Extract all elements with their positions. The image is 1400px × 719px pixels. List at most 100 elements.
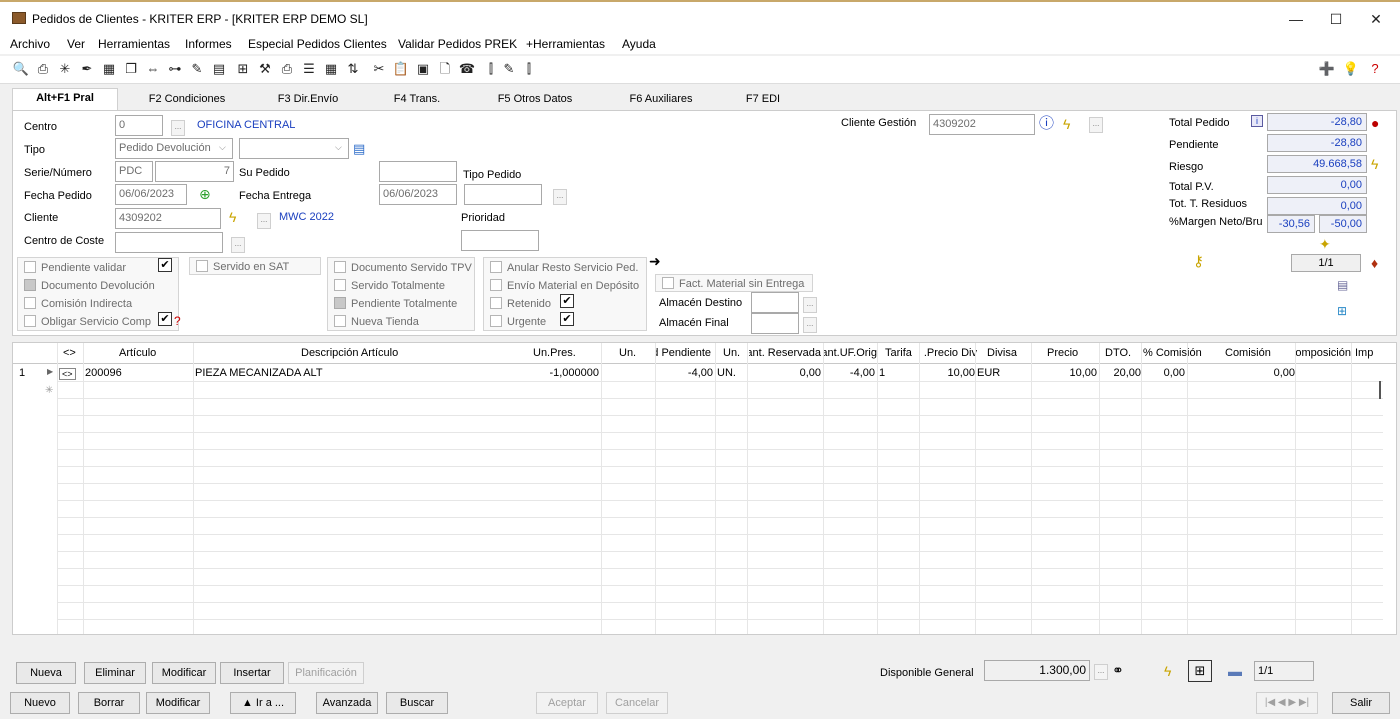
menu-ver[interactable]: Ver (67, 37, 85, 51)
compare-icon[interactable]: ⇔ (144, 60, 162, 78)
envio-material-checkbox[interactable]: Envío Material en Depósito (490, 277, 639, 295)
menu-especial-pedidos[interactable]: Especial Pedidos Clientes (248, 37, 387, 51)
col-un-header[interactable]: Un. (619, 347, 636, 359)
add-date-icon[interactable]: ⊕ (199, 186, 211, 202)
envio-material-box[interactable] (490, 279, 502, 292)
tab-otros-datos[interactable]: F5 Otros Datos (480, 90, 590, 110)
ir-a-button[interactable]: ▲ Ir a ... (230, 692, 296, 714)
key-icon[interactable]: ⚷ (1193, 254, 1204, 270)
almacen-final-lookup-button[interactable]: ... (803, 317, 817, 333)
minimize-button[interactable]: — (1276, 6, 1316, 32)
col-pct-comision-header[interactable]: % Comisión (1143, 347, 1202, 359)
retenido-box[interactable] (490, 297, 502, 310)
cliente-gestion-lightning-icon[interactable]: ϟ (1063, 116, 1070, 132)
modificar-button[interactable]: Modificar (146, 692, 210, 714)
pendiente-validar-checkbox[interactable]: Pendiente validar (24, 259, 126, 277)
documento-devolucion-checkbox[interactable]: Documento Devolución (24, 277, 155, 295)
fact-material-checkbox[interactable]: Fact. Material sin Entrega (662, 275, 804, 293)
printer-icon[interactable]: ⎙ (34, 60, 52, 78)
info-icon[interactable]: ⓘ (1039, 116, 1054, 132)
grid-view-icon[interactable]: ⊞ (1188, 660, 1212, 682)
serie-input[interactable]: PDC (115, 161, 153, 182)
comision-indirecta-checkbox[interactable]: Comisión Indirecta (24, 295, 132, 313)
edit-icon[interactable]: ✎ (188, 60, 206, 78)
menu-ayuda[interactable]: Ayuda (622, 37, 656, 51)
comision-indirecta-box[interactable] (24, 297, 36, 310)
pendiente-totalmente-checkbox[interactable]: Pendiente Totalmente (334, 295, 457, 313)
planificacion-button[interactable]: Planificación (288, 662, 364, 684)
tab-trans[interactable]: F4 Trans. (372, 90, 462, 110)
col-comision-header[interactable]: Comisión (1225, 347, 1271, 359)
tab-condiciones[interactable]: F2 Condiciones (132, 90, 242, 110)
servido-totalmente-box[interactable] (334, 279, 346, 292)
urgente-checkbox[interactable]: Urgente (490, 313, 546, 331)
tree-icon[interactable]: ⊶ (166, 60, 184, 78)
menu-herramientas[interactable]: Herramientas (98, 37, 170, 51)
col-tarifa-header[interactable]: Tarifa (885, 347, 912, 359)
obligar-servicio-check[interactable]: ✔ (158, 312, 172, 326)
col-un-pres-header[interactable]: Un.Pres. (533, 347, 576, 359)
sort-icon[interactable]: ⇅ (344, 60, 362, 78)
retenido-check[interactable]: ✔ (560, 294, 574, 308)
fact-material-box[interactable] (662, 277, 674, 290)
centro-lookup-button[interactable]: ... (171, 120, 185, 136)
centro-input[interactable]: 0 (115, 115, 163, 136)
menu-informes[interactable]: Informes (185, 37, 232, 51)
list-icon[interactable]: ☰ (300, 60, 318, 78)
calculator-small-icon[interactable]: ▤ (1337, 277, 1348, 293)
pendiente-totalmente-box[interactable] (334, 297, 346, 310)
almacen-final-input[interactable] (751, 313, 799, 334)
binoculars-icon[interactable]: ⚭ (1112, 662, 1124, 678)
urgente-box[interactable] (490, 315, 502, 328)
cancelar-button[interactable]: Cancelar (606, 692, 668, 714)
centro-coste-input[interactable] (115, 232, 223, 253)
pendiente-validar-box[interactable] (24, 261, 36, 274)
urgente-check[interactable]: ✔ (560, 312, 574, 326)
close-button[interactable]: ✕ (1356, 6, 1396, 32)
cell-descripcion[interactable]: PIEZA MECANIZADA ALT (195, 367, 323, 381)
salir-button[interactable]: Salir (1332, 692, 1390, 714)
paste-icon[interactable]: 📋 (392, 60, 410, 78)
col-cant-pend-header[interactable]: Cantidad Pendiente (655, 347, 711, 359)
money-bag-icon[interactable]: ♦ (1371, 255, 1378, 271)
order-lines-grid[interactable]: <> Artículo Descripción Artículo Un.Pres… (12, 342, 1397, 635)
cell-tarifa[interactable]: 1 (879, 367, 885, 381)
col-dto-header[interactable]: DTO. (1105, 347, 1131, 359)
cell-un[interactable] (603, 367, 643, 381)
lightning-icon[interactable]: ϟ (229, 209, 236, 225)
col-cant-res-header[interactable]: Cant. Reservada (749, 347, 821, 359)
col-precio-header[interactable]: Precio (1047, 347, 1078, 359)
tipo-select[interactable]: Pedido Devolución (115, 138, 233, 159)
col-precio-div-header[interactable]: Precio Div. (921, 347, 977, 359)
clip-icon[interactable]: ⫿ (482, 60, 500, 78)
anular-resto-checkbox[interactable]: Anular Resto Servicio Ped. (490, 259, 638, 277)
cliente-gestion-input[interactable]: 4309202 (929, 114, 1035, 135)
attach-icon[interactable]: ✎ (500, 60, 518, 78)
col-cant-uf-header[interactable]: Cant.UF.Orig (823, 347, 877, 359)
fecha-entrega-input[interactable]: 06/06/2023 (379, 184, 457, 205)
tab-auxiliares[interactable]: F6 Auxiliares (606, 90, 716, 110)
servido-sat-box[interactable] (196, 260, 208, 273)
cell-precio-div[interactable]: 10,00 (921, 367, 975, 381)
obligar-servicio-checkbox[interactable]: Obligar Servicio Comp (24, 313, 151, 331)
menu-mas-herramientas[interactable]: +Herramientas (526, 37, 605, 51)
cliente-gestion-lookup-button[interactable]: ... (1089, 117, 1103, 133)
tab-edi[interactable]: F7 EDI (730, 90, 796, 110)
vertical-scrollbar-thumb[interactable] (1379, 381, 1381, 399)
disponible-lookup-button[interactable]: ... (1094, 664, 1108, 680)
cut-icon[interactable]: ✂ (370, 60, 388, 78)
col-divisa-header[interactable]: Divisa (987, 347, 1017, 359)
info-badge[interactable]: i (1251, 115, 1263, 127)
tipo-pedido-input[interactable] (464, 184, 542, 205)
cell-un2[interactable]: UN. (717, 367, 736, 381)
buscar-button[interactable]: Buscar (386, 692, 448, 714)
borrar-button[interactable]: Borrar (78, 692, 140, 714)
aceptar-button[interactable]: Aceptar (536, 692, 598, 714)
nueva-line-button[interactable]: Nueva (16, 662, 76, 684)
riesgo-lightning-icon[interactable]: ϟ (1371, 156, 1378, 172)
col-composicion-header[interactable]: Composición (1295, 347, 1351, 359)
new-doc-icon[interactable]: 🗋 (436, 60, 454, 78)
cell-cant-uf[interactable]: -4,00 (825, 367, 875, 381)
bottom-lightning-icon[interactable]: ϟ (1164, 663, 1171, 679)
pendiente-validar-check[interactable]: ✔ (158, 258, 172, 272)
